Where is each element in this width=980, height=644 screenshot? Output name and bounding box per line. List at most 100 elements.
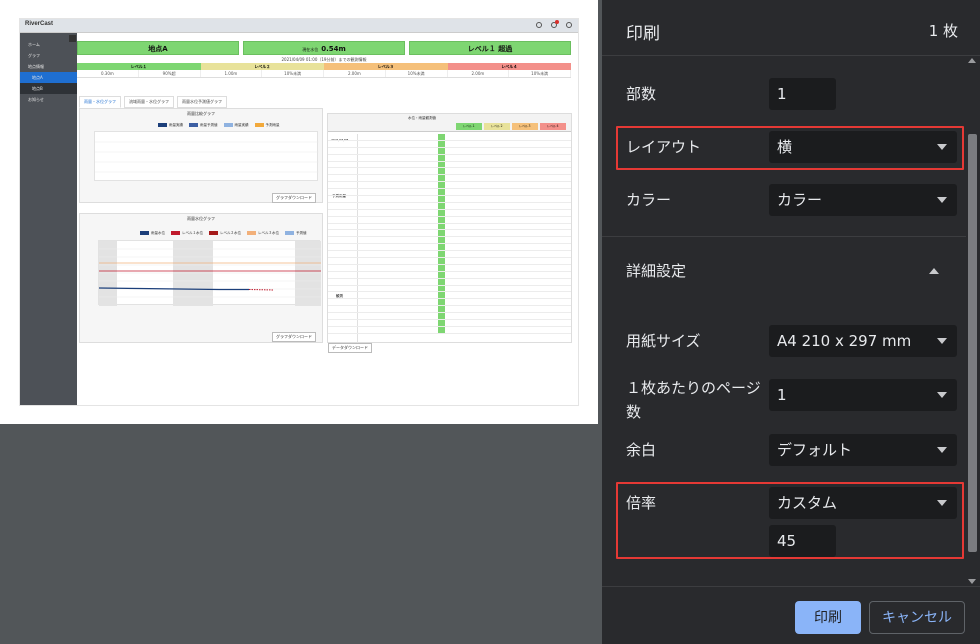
- print-dialog-header: 印刷 1 枚: [602, 0, 980, 56]
- scroll-down-arrow-icon[interactable]: [968, 579, 976, 584]
- preview-table-header: 水位・雨量観測値 レベル１ レベル２ レベル３ レベル４: [328, 114, 571, 132]
- preview-level-values-row: 0.30m 90%超 1.00m 10%未満 2.00m 10%未満 2.00m…: [77, 70, 571, 78]
- preview-level-1-header: レベル１: [77, 63, 201, 70]
- preview-table-level-2: レベル２: [484, 123, 510, 130]
- menu-icon: [69, 35, 76, 42]
- preview-level-3-header: レベル３: [324, 63, 448, 70]
- preview-topbar-icons: [536, 20, 572, 28]
- preview-level-4-header: レベル４: [447, 63, 571, 70]
- chevron-down-icon: [937, 338, 947, 344]
- color-select-value: カラー: [777, 191, 823, 209]
- preview-table-title: 水位・雨量観測値: [408, 116, 436, 120]
- preview-level-value: 2.00m: [448, 70, 510, 77]
- preview-water-chart-title: 雨量水位グラフ: [187, 216, 215, 221]
- margins-select-value: デフォルト: [777, 441, 853, 459]
- print-settings-panel: 印刷 1 枚 部数 1 レイアウト 横 カラー カラー 詳細設定 用紙サイズ A…: [602, 0, 980, 644]
- layout-highlight-box: [616, 126, 964, 170]
- settings-scrollbar[interactable]: [966, 56, 979, 586]
- legend-item: 雨量実績: [223, 123, 249, 128]
- print-preview-area: RiverCast ホーム グラフ 地点情報 地点A 地点B お知らせ 地点A …: [0, 0, 602, 644]
- paper-size-label: 用紙サイズ: [626, 332, 701, 350]
- legend-item: レベル３水位: [247, 231, 279, 236]
- preview-table-rows: [328, 134, 571, 334]
- preview-rain-plot-grid: [95, 141, 319, 173]
- color-row: カラー カラー: [602, 176, 966, 228]
- print-settings-list[interactable]: 部数 1 レイアウト 横 カラー カラー 詳細設定 用紙サイズ A4 210 x…: [602, 56, 966, 586]
- preview-sidebar-item-point-a: 地点A: [20, 72, 77, 83]
- legend-item: 予測値: [285, 231, 307, 236]
- preview-rain-chart-panel: 雨量比較グラフ 雨量実績 雨量予測値 雨量実績 予測雨量 グラフダウンロード: [79, 108, 323, 203]
- chevron-up-icon: [929, 268, 939, 274]
- preview-data-table: 水位・雨量観測値 レベル１ レベル２ レベル３ レベル４ 2021/04/08 …: [327, 113, 572, 344]
- settings-icon: [566, 22, 572, 28]
- preview-water-chart-panel: 雨量水位グラフ 雨量水位 レベル１水位 レベル２水位 レベル３水位 予測値 グラ…: [79, 213, 323, 343]
- advanced-settings-label: 詳細設定: [626, 262, 687, 280]
- color-select[interactable]: カラー: [769, 184, 957, 216]
- preview-table-level-4: レベル４: [540, 123, 566, 130]
- preview-table-level-1: レベル１: [456, 123, 482, 130]
- preview-sidebar-item-points: 地点情報: [28, 64, 44, 69]
- legend-item: 雨量予測値: [189, 123, 218, 128]
- bell-icon: [551, 20, 559, 28]
- legend-item: レベル１水位: [171, 231, 203, 236]
- pages-per-sheet-row: １枚あたりのページ数 1: [602, 370, 966, 426]
- print-dialog-title: 印刷: [626, 24, 660, 44]
- preview-level-value: 10%未満: [386, 70, 448, 77]
- paper-size-select-value: A4 210 x 297 mm: [777, 332, 912, 350]
- scroll-up-arrow-icon[interactable]: [968, 58, 976, 63]
- preview-level-prefix: 現在水位: [302, 47, 319, 52]
- preview-level-value: 0.54m: [321, 45, 346, 53]
- preview-tab: 雨量・水位グラフ: [79, 96, 121, 108]
- preview-level-2-header: レベル２: [200, 63, 324, 70]
- preview-app-window: RiverCast ホーム グラフ 地点情報 地点A 地点B お知らせ 地点A …: [19, 18, 579, 406]
- preview-page: RiverCast ホーム グラフ 地点情報 地点A 地点B お知らせ 地点A …: [0, 0, 598, 424]
- preview-sidebar-item-point-b: 地点B: [20, 83, 77, 94]
- paper-size-select[interactable]: A4 210 x 297 mm: [769, 325, 957, 357]
- advanced-settings-toggle[interactable]: 詳細設定: [602, 246, 966, 298]
- preview-status-alert: レベル１ 超過: [409, 41, 571, 55]
- copies-input[interactable]: 1: [769, 78, 836, 110]
- cancel-button[interactable]: キャンセル: [869, 601, 965, 634]
- chevron-down-icon: [937, 197, 947, 203]
- print-button[interactable]: 印刷: [795, 601, 861, 634]
- preview-status-row: 地点A 現在水位 0.54m レベル１ 超過: [77, 41, 571, 55]
- info-icon: [536, 22, 542, 28]
- preview-app-topbar: RiverCast: [20, 19, 578, 33]
- section-divider: [602, 236, 966, 237]
- preview-level-header-row: レベル１ レベル２ レベル３ レベル４: [77, 63, 571, 70]
- chevron-down-icon: [937, 447, 947, 453]
- copies-row: 部数 1: [602, 68, 966, 120]
- pages-per-sheet-label: １枚あたりのページ数: [626, 379, 761, 421]
- margins-label: 余白: [626, 441, 657, 459]
- preview-sidebar-item-notice: お知らせ: [28, 97, 44, 102]
- color-label: カラー: [626, 191, 672, 209]
- preview-tab: 雨量水位予測値グラフ: [177, 96, 227, 108]
- preview-rain-plot: [94, 131, 319, 181]
- paper-size-row: 用紙サイズ A4 210 x 297 mm: [602, 316, 966, 368]
- legend-item: 雨量実績: [158, 123, 183, 128]
- legend-item: 予測雨量: [254, 123, 280, 128]
- legend-item: レベル２水位: [209, 231, 241, 236]
- preview-level-value: 0.30m: [77, 70, 139, 77]
- preview-water-plot-lines: [98, 241, 321, 306]
- preview-level-value: 2.00m: [324, 70, 386, 77]
- pages-per-sheet-select-value: 1: [777, 386, 787, 404]
- copies-label: 部数: [626, 85, 657, 103]
- preview-level-value: 10%未満: [509, 70, 571, 77]
- preview-level-value: 10%未満: [262, 70, 324, 77]
- preview-main: 地点A 現在水位 0.54m レベル１ 超過 2021/04/09 01:00（1…: [69, 33, 578, 405]
- preview-water-legend: 雨量水位 レベル１水位 レベル２水位 レベル３水位 予測値: [140, 231, 307, 236]
- print-dialog-footer: 印刷 キャンセル: [602, 586, 980, 644]
- sheet-count: 1 枚: [928, 22, 958, 40]
- preview-water-plot: [98, 240, 321, 306]
- preview-graph-download-button: グラフダウンロード: [272, 332, 316, 342]
- preview-graph-download-button: グラフダウンロード: [272, 193, 316, 203]
- scale-highlight-box: [616, 482, 964, 559]
- scrollbar-thumb[interactable]: [968, 134, 977, 552]
- margins-select[interactable]: デフォルト: [769, 434, 957, 466]
- preview-sidebar: ホーム グラフ 地点情報 地点A 地点B お知らせ: [20, 33, 77, 405]
- preview-table-level-3: レベル３: [512, 123, 538, 130]
- legend-item: 雨量水位: [140, 231, 165, 236]
- pages-per-sheet-select[interactable]: 1: [769, 379, 957, 411]
- preview-status-level: 現在水位 0.54m: [243, 41, 405, 55]
